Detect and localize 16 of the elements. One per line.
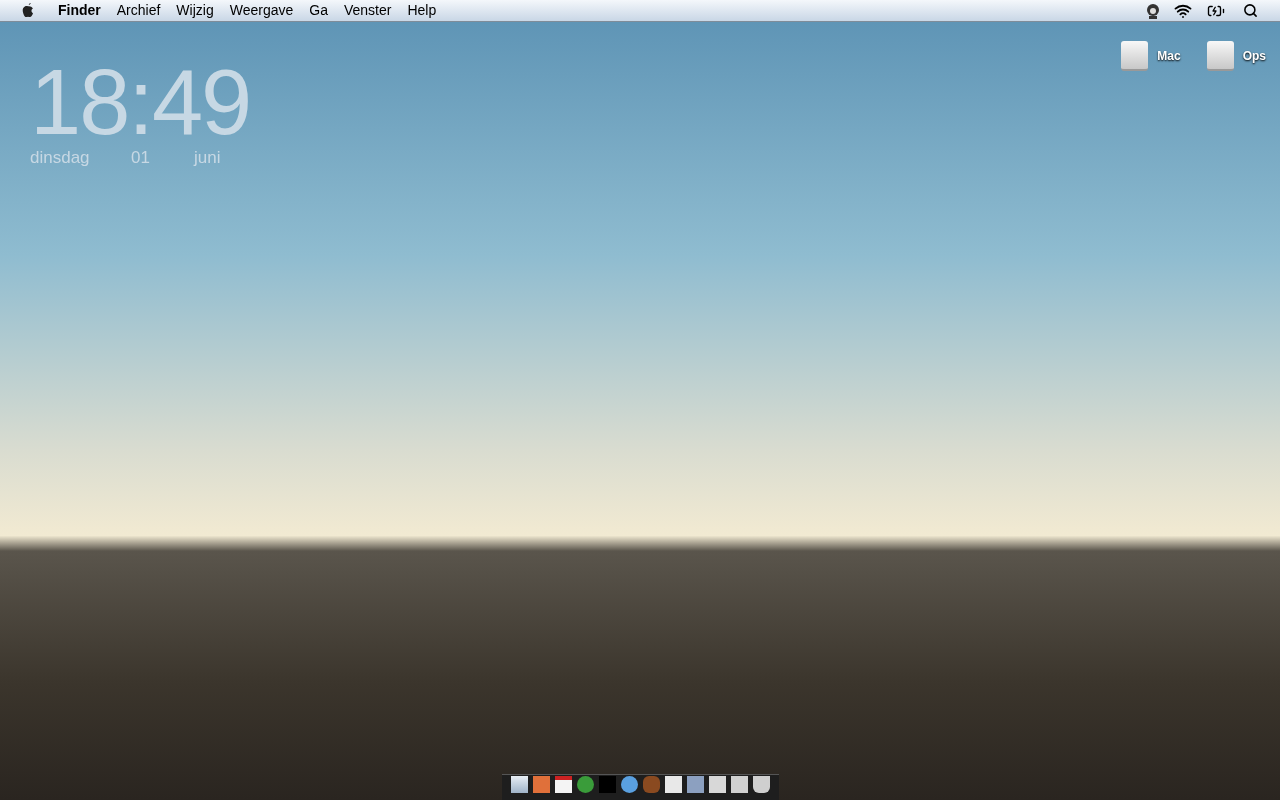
search-icon[interactable] xyxy=(1243,3,1258,18)
clock-month: juni xyxy=(194,148,221,168)
menu-item[interactable]: Weergave xyxy=(221,0,302,21)
menu-item[interactable]: Archief xyxy=(108,0,169,21)
menu-item[interactable]: Wijzig xyxy=(168,0,222,21)
menu-item[interactable]: Ga xyxy=(301,0,336,21)
app-menu[interactable]: Finder xyxy=(50,0,109,21)
calendar-icon[interactable] xyxy=(555,776,572,793)
menu-item[interactable]: Venster xyxy=(335,0,400,21)
clock-time: 18:49 xyxy=(30,56,251,148)
drive-icon[interactable] xyxy=(1206,41,1234,71)
clock-day: 01 xyxy=(131,148,194,168)
drive-icon[interactable] xyxy=(1121,41,1149,71)
clock-weekday: dinsdag xyxy=(30,148,91,168)
trash-icon[interactable] xyxy=(753,776,770,793)
menu-item[interactable]: Help xyxy=(399,0,445,21)
